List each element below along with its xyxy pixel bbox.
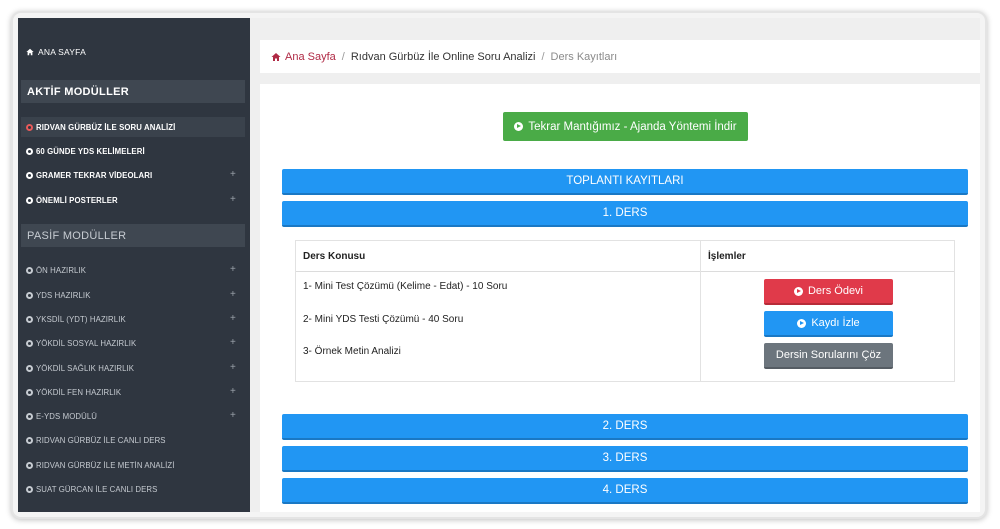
circle-arrow-icon	[26, 196, 33, 204]
column-header-actions: İşlemler	[708, 251, 746, 262]
sidebar-home-label: ANA SAYFA	[38, 47, 86, 57]
watch-recording-button[interactable]: Kaydı İzle	[764, 311, 893, 337]
breadcrumb-middle-link[interactable]: Rıdvan Gürbüz İle Online Soru Analizi	[351, 51, 536, 63]
circle-arrow-icon	[26, 485, 33, 493]
sidebar-item-label: RIDVAN GÜRBÜZ İLE METİN ANALİZİ	[36, 460, 175, 470]
home-icon	[271, 52, 281, 61]
sidebar-item-label: 60 GÜNDE YDS KELİMELERİ	[36, 146, 145, 156]
download-ajanda-label: Tekrar Mantığımız - Ajanda Yöntemi İndir	[528, 120, 737, 133]
sidebar-item-e-yds[interactable]: E-YDS MODÜLÜ +	[21, 406, 245, 426]
sidebar-item-label: ÖNEMLİ POSTERLER	[36, 195, 118, 205]
lessons-panel: Tekrar Mantığımız - Ajanda Yöntemi İndir…	[260, 84, 980, 512]
sidebar-item-label: YÖKDİL SOSYAL HAZIRLIK	[36, 338, 137, 348]
sidebar-item-label: YKSDİL (YDT) HAZIRLIK	[36, 314, 126, 324]
sidebar-item-label: RIDVAN GÜRBÜZ İLE CANLI DERS	[36, 435, 166, 445]
active-modules-title: AKTİF MODÜLLER	[21, 80, 245, 103]
circle-arrow-right-icon	[797, 318, 807, 328]
circle-arrow-icon	[26, 291, 33, 299]
sidebar-item-label: YÖKDİL FEN HAZIRLIK	[36, 387, 122, 397]
breadcrumb: Ana Sayfa / Rıdvan Gürbüz İle Online Sor…	[260, 40, 980, 73]
topic-item: 2- Mini YDS Testi Çözümü - 40 Soru	[303, 314, 464, 325]
sidebar-item-yokdil-fen[interactable]: YÖKDİL FEN HAZIRLIK +	[21, 382, 245, 402]
lesson-1-table: Ders Konusu İşlemler 1- Mini Test Çözümü…	[295, 240, 955, 382]
circle-arrow-icon	[26, 266, 33, 274]
sidebar-item-yksdil-hazirlik[interactable]: YKSDİL (YDT) HAZIRLIK +	[21, 309, 245, 329]
expand-plus-icon[interactable]: +	[230, 194, 236, 205]
circle-arrow-icon	[26, 315, 33, 323]
breadcrumb-home-label: Ana Sayfa	[285, 50, 336, 63]
sidebar-item-yokdil-sosyal[interactable]: YÖKDİL SOSYAL HAZIRLIK +	[21, 333, 245, 353]
column-divider	[700, 241, 701, 381]
home-icon	[26, 48, 34, 56]
circle-arrow-icon	[26, 339, 33, 347]
sidebar-item-label: RIDVAN GÜRBÜZ İLE SORU ANALİZİ	[36, 122, 176, 132]
sidebar-item-label: E-YDS MODÜLÜ	[36, 411, 97, 421]
circle-arrow-icon	[26, 436, 33, 444]
sidebar-item-soru-analizi[interactable]: RIDVAN GÜRBÜZ İLE SORU ANALİZİ	[21, 117, 245, 137]
circle-arrow-icon	[26, 171, 33, 179]
table-header-row: Ders Konusu İşlemler	[296, 241, 954, 272]
passive-modules-title: PASİF MODÜLLER	[21, 224, 245, 247]
sidebar-item-posterler[interactable]: ÖNEMLİ POSTERLER +	[21, 190, 245, 210]
sidebar-item-yds-kelimeleri[interactable]: 60 GÜNDE YDS KELİMELERİ	[21, 141, 245, 161]
breadcrumb-home-link[interactable]: Ana Sayfa	[271, 51, 336, 63]
circle-arrow-icon	[26, 123, 33, 131]
column-header-topic: Ders Konusu	[303, 251, 366, 262]
breadcrumb-separator: /	[541, 50, 545, 63]
circle-arrow-icon	[26, 388, 33, 396]
lesson-3-bar[interactable]: 3. DERS	[282, 446, 968, 472]
watch-recording-label: Kaydı İzle	[811, 317, 860, 329]
browser-frame: ANA SAYFA AKTİF MODÜLLER RIDVAN GÜRBÜZ İ…	[11, 11, 987, 519]
homework-button[interactable]: Ders Ödevi	[764, 279, 893, 305]
expand-plus-icon[interactable]: +	[230, 313, 236, 324]
breadcrumb-separator: /	[341, 50, 345, 63]
expand-plus-icon[interactable]: +	[230, 386, 236, 397]
sidebar-item-canli-ders[interactable]: RIDVAN GÜRBÜZ İLE CANLI DERS	[21, 430, 245, 450]
breadcrumb-current: Ders Kayıtları	[550, 50, 618, 63]
sidebar-item-gramer-videolari[interactable]: GRAMER TEKRAR VİDEOLARI +	[21, 165, 245, 185]
circle-arrow-icon	[26, 364, 33, 372]
circle-arrow-right-icon	[514, 122, 524, 131]
sidebar-item-label: YÖKDİL SAĞLIK HAZIRLIK	[36, 363, 135, 373]
circle-arrow-icon	[26, 412, 33, 420]
topic-item: 1- Mini Test Çözümü (Kelime - Edat) - 10…	[303, 281, 508, 292]
topic-item: 3- Örnek Metin Analizi	[303, 346, 401, 357]
sidebar-item-label: ÖN HAZIRLIK	[36, 265, 87, 275]
main-content: Ana Sayfa / Rıdvan Gürbüz İle Online Sor…	[250, 18, 980, 512]
sidebar-item-on-hazirlik[interactable]: ÖN HAZIRLIK +	[21, 260, 245, 280]
sidebar-home-link[interactable]: ANA SAYFA	[26, 47, 86, 57]
sidebar-item-label: YDS HAZIRLIK	[36, 290, 91, 300]
expand-plus-icon[interactable]: +	[230, 362, 236, 373]
expand-plus-icon[interactable]: +	[230, 410, 236, 421]
expand-plus-icon[interactable]: +	[230, 337, 236, 348]
meetings-header-bar[interactable]: TOPLANTI KAYITLARI	[282, 169, 968, 195]
solve-questions-button[interactable]: Dersin Sorularını Çöz	[764, 343, 893, 369]
app-window: ANA SAYFA AKTİF MODÜLLER RIDVAN GÜRBÜZ İ…	[18, 18, 980, 512]
circle-arrow-icon	[26, 147, 33, 155]
sidebar: ANA SAYFA AKTİF MODÜLLER RIDVAN GÜRBÜZ İ…	[18, 18, 250, 512]
circle-arrow-right-icon	[793, 286, 803, 296]
lesson-4-bar[interactable]: 4. DERS	[282, 478, 968, 504]
expand-plus-icon[interactable]: +	[230, 264, 236, 275]
lesson-2-bar[interactable]: 2. DERS	[282, 414, 968, 440]
sidebar-item-label: SUAT GÜRCAN İLE CANLI DERS	[36, 484, 158, 494]
sidebar-item-yokdil-saglik[interactable]: YÖKDİL SAĞLIK HAZIRLIK +	[21, 358, 245, 378]
expand-plus-icon[interactable]: +	[230, 289, 236, 300]
expand-plus-icon[interactable]: +	[230, 169, 236, 180]
sidebar-item-label: GRAMER TEKRAR VİDEOLARI	[36, 170, 153, 180]
sidebar-item-suat-gurcan[interactable]: SUAT GÜRCAN İLE CANLI DERS	[21, 479, 245, 499]
lesson-1-bar[interactable]: 1. DERS	[282, 201, 968, 227]
homework-button-label: Ders Ödevi	[807, 285, 864, 297]
download-ajanda-button[interactable]: Tekrar Mantığımız - Ajanda Yöntemi İndir	[503, 112, 748, 141]
circle-arrow-icon	[26, 461, 33, 469]
sidebar-item-metin-analizi[interactable]: RIDVAN GÜRBÜZ İLE METİN ANALİZİ	[21, 455, 245, 475]
sidebar-item-yds-hazirlik[interactable]: YDS HAZIRLIK +	[21, 285, 245, 305]
